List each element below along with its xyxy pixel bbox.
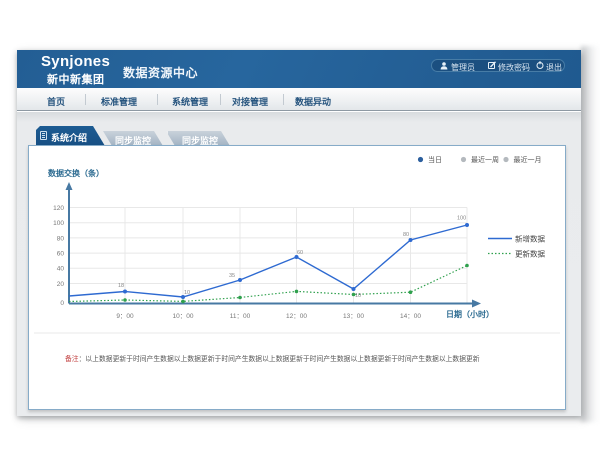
svg-text:80: 80 <box>403 232 409 238</box>
svg-text:10: 10 <box>184 290 190 296</box>
svg-text:最近一周: 最近一周 <box>471 155 499 164</box>
svg-text:更新数据: 更新数据 <box>515 249 545 259</box>
svg-text:40: 40 <box>57 266 65 273</box>
svg-text:35: 35 <box>229 273 235 279</box>
svg-text:9：00: 9：00 <box>116 313 134 320</box>
svg-text:当日: 当日 <box>428 155 442 164</box>
svg-text:20: 20 <box>57 281 65 288</box>
svg-text:18: 18 <box>118 283 124 289</box>
svg-text:60: 60 <box>297 250 303 256</box>
svg-text:0: 0 <box>60 300 64 307</box>
svg-text:13：00: 13：00 <box>343 313 364 320</box>
svg-text:100: 100 <box>457 216 466 222</box>
svg-text:备注：以上数据更新于时间产生数据以上数据更新于时间产生数据以: 备注：以上数据更新于时间产生数据以上数据更新于时间产生数据以上数据更新于时间产生… <box>65 354 480 363</box>
svg-text:100: 100 <box>53 220 64 227</box>
svg-text:10: 10 <box>355 293 361 299</box>
svg-text:10：00: 10：00 <box>173 313 194 320</box>
svg-text:新增数据: 新增数据 <box>515 234 545 244</box>
svg-text:120: 120 <box>53 205 64 212</box>
svg-text:数据交换（条）: 数据交换（条） <box>48 168 104 178</box>
svg-text:日期（小时）: 日期（小时） <box>446 309 494 319</box>
svg-text:60: 60 <box>57 251 65 258</box>
svg-text:14：00: 14：00 <box>400 313 421 320</box>
svg-text:最近一月: 最近一月 <box>514 155 542 164</box>
svg-text:12：00: 12：00 <box>286 313 307 320</box>
svg-text:11：00: 11：00 <box>230 313 251 320</box>
svg-text:80: 80 <box>57 236 65 243</box>
